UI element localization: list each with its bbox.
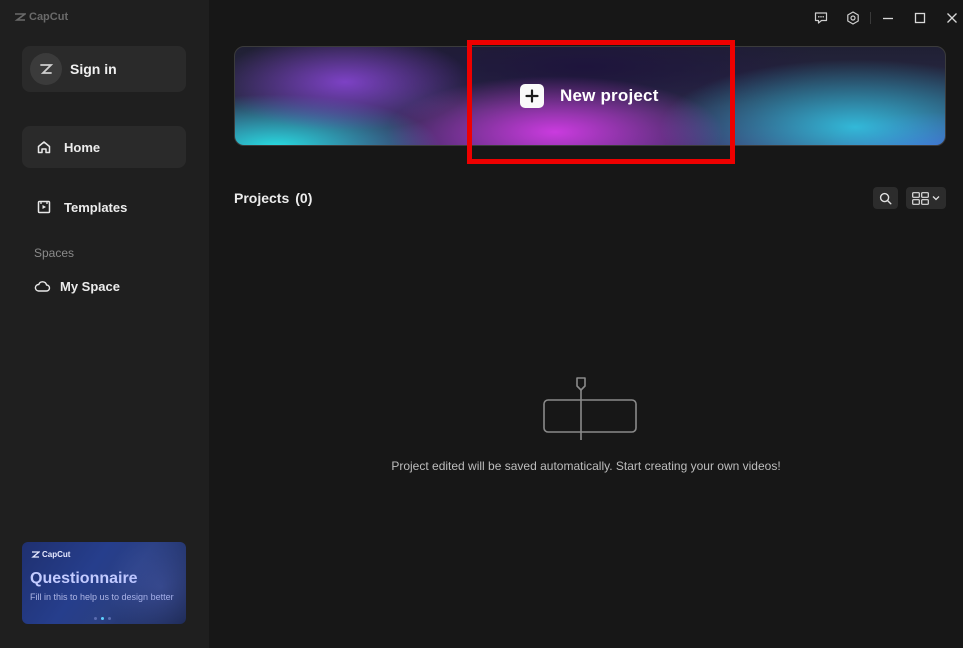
app-logo-text: CapCut: [29, 11, 69, 23]
capcut-logo-icon: [31, 551, 40, 558]
promo-description: Fill in this to help us to design better: [30, 592, 174, 602]
carousel-dot-active[interactable]: [101, 617, 104, 620]
capcut-logo-icon: [14, 13, 26, 21]
sidebar-item-label: Templates: [64, 199, 128, 215]
new-project-button[interactable]: New project: [234, 46, 946, 146]
promo-title: Questionnaire: [30, 570, 138, 587]
search-icon: [879, 192, 892, 204]
close-button[interactable]: [944, 10, 960, 26]
carousel-dot[interactable]: [108, 617, 111, 620]
app-logo: CapCut: [14, 10, 68, 24]
sidebar-item-label: Home: [64, 139, 101, 155]
questionnaire-promo-card[interactable]: CapCut Questionnaire Fill in this to hel…: [22, 542, 186, 624]
cloud-icon: [34, 280, 51, 292]
settings-button[interactable]: [845, 10, 861, 26]
carousel-dots: [94, 617, 111, 620]
minimize-icon: [883, 17, 893, 20]
grid-view-icon: [912, 191, 929, 205]
sidebar: CapCut Sign in Home Templates Spaces My …: [0, 0, 209, 648]
spaces-heading: Spaces: [34, 246, 75, 260]
feedback-button[interactable]: [813, 10, 829, 26]
app-window: CapCut Sign in Home Templates Spaces My …: [0, 0, 963, 648]
sidebar-item-home[interactable]: Home: [22, 126, 186, 168]
chevron-down-icon: [932, 196, 940, 201]
sign-in-button[interactable]: Sign in: [22, 46, 186, 92]
feedback-icon: [814, 12, 828, 24]
maximize-icon: [914, 12, 926, 24]
plus-icon: [520, 84, 544, 108]
new-project-content: New project: [520, 84, 659, 108]
home-icon: [37, 141, 51, 154]
maximize-button[interactable]: [912, 10, 928, 26]
close-icon: [947, 13, 957, 23]
view-mode-dropdown[interactable]: [906, 187, 946, 209]
avatar: [30, 53, 62, 85]
projects-count: (0): [295, 190, 313, 206]
empty-state-illustration: [543, 377, 637, 440]
sign-in-label: Sign in: [70, 61, 117, 77]
settings-icon: [847, 11, 859, 25]
minimize-button[interactable]: [880, 10, 896, 26]
new-project-label: New project: [560, 86, 659, 105]
carousel-dot[interactable]: [94, 617, 97, 620]
search-button[interactable]: [873, 187, 898, 209]
titlebar-divider: [870, 12, 871, 24]
sidebar-item-my-space[interactable]: My Space: [34, 276, 120, 296]
promo-brand-text: CapCut: [42, 550, 71, 559]
sidebar-item-label: My Space: [60, 278, 120, 294]
empty-state-message: Project edited will be saved automatical…: [391, 459, 781, 473]
promo-brand: CapCut: [31, 550, 70, 559]
projects-title: Projects: [234, 190, 290, 206]
sidebar-item-templates[interactable]: Templates: [22, 186, 186, 228]
projects-heading: Projects (0): [234, 190, 312, 206]
templates-icon: [37, 200, 51, 214]
capcut-avatar-icon: [40, 64, 54, 74]
